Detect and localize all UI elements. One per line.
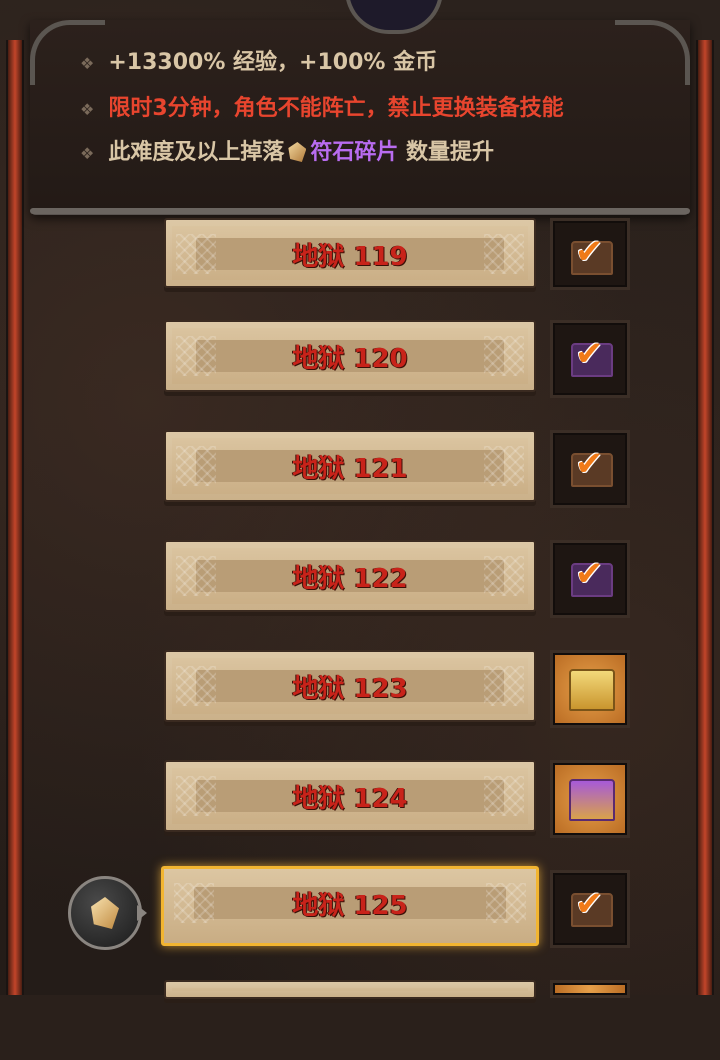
reward-chest-slot[interactable]: ✔ <box>550 320 630 398</box>
level-row: 地狱 119 ✔ <box>0 218 720 298</box>
rune-shard-icon <box>288 142 307 162</box>
level-label: 地狱 120 <box>292 344 408 374</box>
level-row: 地狱 122 ✔ <box>0 540 720 620</box>
restriction-info-line: ❖ 限时3分钟，角色不能阵亡，禁止更换装备技能 <box>80 96 564 121</box>
bullet-icon: ❖ <box>80 100 95 119</box>
level-label: 地狱 119 <box>292 242 408 272</box>
reward-chest-slot[interactable]: ✔ <box>550 430 630 508</box>
level-row-partial <box>0 980 720 1060</box>
gold-chest-icon <box>569 669 615 711</box>
reward-chest-slot[interactable] <box>550 650 630 728</box>
level-label: 地狱 124 <box>292 784 408 814</box>
level-row: 地狱 120 ✔ <box>0 320 720 400</box>
level-button-124[interactable]: 地狱 124 <box>164 760 536 832</box>
bullet-icon: ❖ <box>80 54 95 73</box>
checkmark-icon: ✔ <box>575 884 604 924</box>
checkmark-icon: ✔ <box>575 232 604 272</box>
level-button-121[interactable]: 地狱 121 <box>164 430 536 502</box>
level-button-123[interactable]: 地狱 123 <box>164 650 536 722</box>
level-button-next[interactable] <box>164 980 536 999</box>
rune-shard-icon <box>91 897 119 929</box>
player-position-marker <box>68 876 147 950</box>
rune-shard-name: 符石碎片 <box>310 140 399 165</box>
top-gem-ornament <box>345 0 443 34</box>
corner-ornament-right <box>615 20 690 85</box>
drop-info-line: ❖ 此难度及以上掉落 符石碎片 数量提升 <box>80 140 495 165</box>
reward-chest-slot[interactable] <box>550 760 630 838</box>
level-label: 地狱 121 <box>292 454 408 484</box>
reward-chest-slot[interactable]: ✔ <box>550 870 630 948</box>
bullet-icon: ❖ <box>80 144 95 163</box>
level-label: 地狱 122 <box>292 564 408 594</box>
level-row: 地狱 123 <box>0 650 720 730</box>
level-label: 地狱 123 <box>292 674 408 704</box>
level-row: 地狱 121 ✔ <box>0 430 720 510</box>
checkmark-icon: ✔ <box>575 334 604 374</box>
level-button-122[interactable]: 地狱 122 <box>164 540 536 612</box>
bonus-info-line: ❖ +13300% 经验，+100% 金币 <box>80 50 438 75</box>
purple-gold-chest-icon <box>569 779 615 821</box>
level-row: 地狱 124 <box>0 760 720 840</box>
panel-divider <box>30 208 690 214</box>
reward-chest-slot[interactable] <box>550 980 630 998</box>
level-button-119[interactable]: 地狱 119 <box>164 218 536 288</box>
left-frame-bar <box>6 40 24 995</box>
checkmark-icon: ✔ <box>575 444 604 484</box>
right-frame-bar <box>696 40 714 995</box>
reward-chest-slot[interactable]: ✔ <box>550 218 630 290</box>
level-button-125[interactable]: 地狱 125 <box>161 866 539 946</box>
level-label: 地狱 125 <box>292 891 408 921</box>
checkmark-icon: ✔ <box>575 554 604 594</box>
reward-chest-slot[interactable]: ✔ <box>550 540 630 618</box>
level-button-120[interactable]: 地狱 120 <box>164 320 536 392</box>
